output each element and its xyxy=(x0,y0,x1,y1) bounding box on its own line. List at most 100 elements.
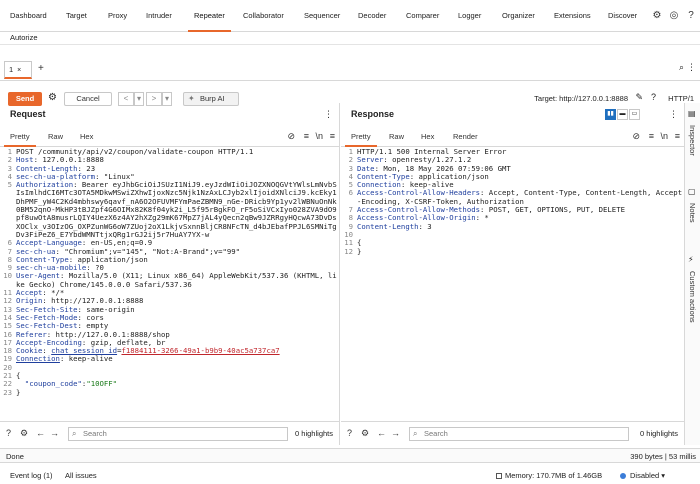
code-line: 22 "coupon_code":"10OFF" xyxy=(0,380,339,389)
request-search-placeholder: Search xyxy=(83,429,107,438)
code-line: 6 Access-Control-Allow-Headers: Accept, C… xyxy=(341,189,684,206)
forward-icon[interactable]: → xyxy=(50,428,59,438)
code-line: 20 xyxy=(0,363,339,372)
layout-toggle[interactable]: ▮▮ ▬ ▭ xyxy=(604,108,640,120)
nav-tab-discover[interactable]: Discover xyxy=(608,0,637,32)
menu-icon[interactable]: ≡ xyxy=(675,131,680,141)
layout-stacked-icon[interactable]: ▬ xyxy=(617,109,628,120)
nav-tab-target[interactable]: Target xyxy=(66,0,87,32)
gear-icon[interactable]: ⚙ xyxy=(650,9,664,23)
add-tab-icon[interactable]: + xyxy=(38,63,44,74)
code-line: 10 xyxy=(341,230,684,239)
event-log-button[interactable]: Event log (1) xyxy=(10,471,53,480)
sidebar-item-custom-actions[interactable]: Custom actions xyxy=(688,271,697,323)
code-line: 11{ xyxy=(341,238,684,248)
code-text: } xyxy=(357,246,362,256)
nav-tab-decoder[interactable]: Decoder xyxy=(358,0,386,32)
code-line: 23} xyxy=(0,387,339,397)
line-number: 23 xyxy=(3,387,12,397)
ai-status-selector[interactable]: Disabled ▾ xyxy=(620,471,665,480)
ai-status-label: Disabled xyxy=(630,471,660,480)
nav-tab-proxy[interactable]: Proxy xyxy=(108,0,127,32)
more-options-icon[interactable]: ⋮ xyxy=(687,62,696,73)
nav-tab-dashboard[interactable]: Dashboard xyxy=(10,0,47,32)
line-number: 5 xyxy=(7,180,12,190)
wrap-icon[interactable]: ≡ xyxy=(649,131,654,141)
gear-icon[interactable]: ⚙ xyxy=(361,428,369,439)
response-search-placeholder: Search xyxy=(424,429,448,438)
sidebar-item-notes[interactable]: Notes xyxy=(688,203,697,223)
request-editor[interactable]: 1 POST /community/api/v2/coupon/validate-… xyxy=(0,148,339,421)
nav-tab-logger[interactable]: Logger xyxy=(458,0,481,32)
target-label[interactable]: Target: http://127.0.0.1:8888 xyxy=(534,94,628,103)
send-settings-icon[interactable]: ⚙ xyxy=(48,92,57,103)
response-tab-hex[interactable]: Hex xyxy=(421,132,434,141)
nav-tab-collaborator[interactable]: Collaborator xyxy=(243,0,284,32)
response-tab-render[interactable]: Render xyxy=(453,132,478,141)
http-version-selector[interactable]: HTTP/1 xyxy=(668,94,694,103)
request-search-input[interactable]: ⌕ Search xyxy=(68,427,288,441)
request-search-bar: ? ⚙ ← → ⌕ Search 0 highlights xyxy=(0,421,339,445)
back-icon[interactable]: ← xyxy=(377,428,386,438)
help-icon[interactable]: ? xyxy=(651,92,656,102)
search-icon: ⌕ xyxy=(413,429,418,438)
request-tab-pretty[interactable]: Pretty xyxy=(4,132,36,147)
help-icon[interactable]: ? xyxy=(347,428,352,438)
all-issues-button[interactable]: All issues xyxy=(65,471,97,480)
request-highlights: 0 highlights xyxy=(295,429,333,438)
response-highlights: 0 highlights xyxy=(640,429,678,438)
nav-tab-intruder[interactable]: Intruder xyxy=(146,0,172,32)
layout-side-by-side-icon[interactable]: ▮▮ xyxy=(605,109,616,120)
sub-tab-autorize[interactable]: Autorize xyxy=(10,33,38,42)
hide-icon[interactable]: ⊘ xyxy=(287,131,295,142)
nav-tab-extensions[interactable]: Extensions xyxy=(554,0,591,32)
newline-icon[interactable]: \n xyxy=(660,131,668,141)
response-tab-pretty[interactable]: Pretty xyxy=(345,132,377,147)
custom-actions-icon[interactable]: ⚡ xyxy=(688,255,694,264)
nav-tab-comparer[interactable]: Comparer xyxy=(406,0,439,32)
hide-icon[interactable]: ⊘ xyxy=(632,131,640,142)
wrap-icon[interactable]: ≡ xyxy=(304,131,309,141)
code-text: Content-Length: 3 xyxy=(357,221,432,231)
status-dot-icon xyxy=(620,473,626,480)
gear-icon[interactable]: ⚙ xyxy=(20,428,28,439)
newline-icon[interactable]: \n xyxy=(315,131,323,141)
response-title: Response xyxy=(351,109,395,119)
response-editor[interactable]: 1 HTTP/1.1 500 Internal Server Error 2 Serv… xyxy=(341,148,684,421)
request-tab-hex[interactable]: Hex xyxy=(80,132,93,141)
sidebar-item-inspector[interactable]: Inspector xyxy=(688,125,697,156)
nav-tab-repeater[interactable]: Repeater xyxy=(188,0,231,32)
edit-target-icon[interactable]: ✎ xyxy=(635,92,643,103)
globe-icon[interactable]: ◎ xyxy=(667,9,681,23)
response-tab-raw[interactable]: Raw xyxy=(389,132,404,141)
code-text: { xyxy=(357,238,362,248)
forward-icon[interactable]: → xyxy=(391,428,400,438)
repeater-tab-1[interactable]: 1 × xyxy=(4,61,32,79)
inspector-icon[interactable]: ▤ xyxy=(688,109,696,118)
search-icon[interactable]: ⌕ xyxy=(679,62,684,73)
back-icon[interactable]: ← xyxy=(36,428,45,438)
code-text: Access-Control-Allow-Headers: Accept, Co… xyxy=(357,188,683,206)
more-options-icon[interactable]: ⋮ xyxy=(669,109,678,120)
code-text: } xyxy=(16,387,21,397)
bottom-bar: Event log (1) All issues Memory: 170.7MB… xyxy=(0,462,700,484)
nav-tab-organizer[interactable]: Organizer xyxy=(502,0,535,32)
notes-icon[interactable]: ▢ xyxy=(688,187,696,196)
request-tab-raw[interactable]: Raw xyxy=(48,132,63,141)
close-tab-icon[interactable]: × xyxy=(17,67,21,74)
help-icon[interactable]: ? xyxy=(6,428,11,438)
editor-panes: Request ⋮ Pretty Raw Hex ⊘ ≡ \n ≡ 1 POST … xyxy=(0,103,684,445)
layout-single-icon[interactable]: ▭ xyxy=(629,109,640,120)
code-text: Authorization: Bearer eyJhbGciOiJSUzI1Ni… xyxy=(16,180,337,239)
more-options-icon[interactable]: ⋮ xyxy=(324,109,333,120)
help-icon[interactable]: ? xyxy=(684,9,698,23)
code-line: 9 Content-Length: 3 xyxy=(341,221,684,231)
nav-tab-sequencer[interactable]: Sequencer xyxy=(304,0,340,32)
response-search-bar: ? ⚙ ← → ⌕ Search 0 highlights xyxy=(341,421,684,445)
response-pane: Response ▮▮ ▬ ▭ ⋮ Pretty Raw Hex Render ⊘ … xyxy=(341,103,684,445)
response-search-input[interactable]: ⌕ Search xyxy=(409,427,629,441)
memory-text: Memory: 170.7MB of 1.46GB xyxy=(505,471,603,480)
menu-icon[interactable]: ≡ xyxy=(330,131,335,141)
